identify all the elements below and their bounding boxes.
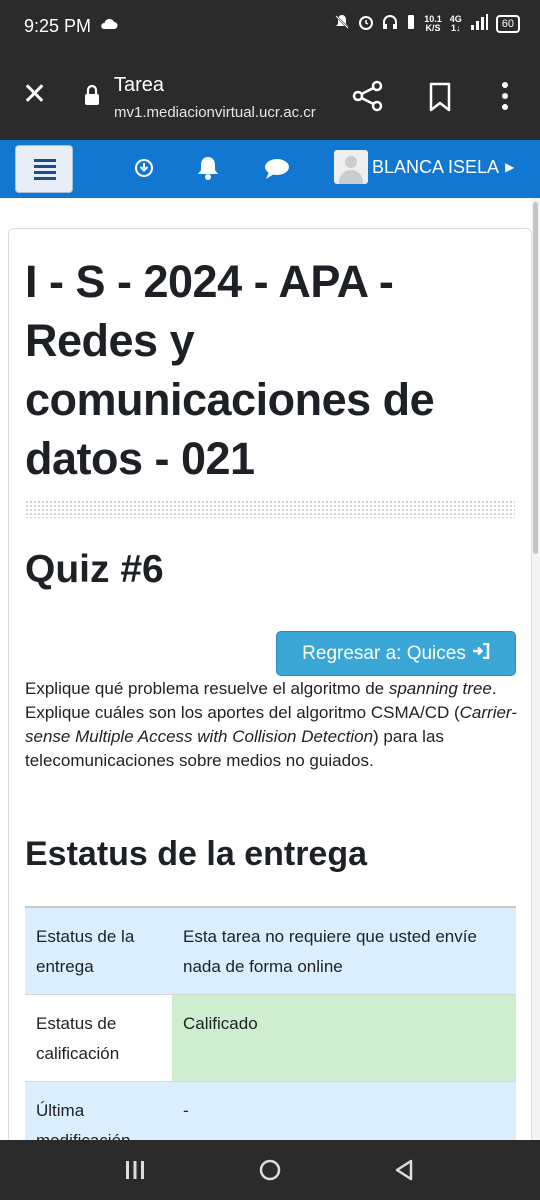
course-title: I - S - 2024 - APA - Redes y comunicacio… [25,256,435,484]
description-line-1: Explique qué problema resuelve el algori… [25,679,497,698]
bell-off-icon [334,14,350,34]
vibrate-icon [406,14,416,34]
row-label: Estatus de la entrega [25,906,172,995]
submission-status-table: Estatus de la entrega Esta tarea no requ… [25,906,516,1168]
status-icons: 10.1 K/S 4G 1↓ 60 [334,14,520,34]
browser-toolbar: ✕ Tarea mv1.mediacionvirtual.ucr.ac.cr [0,56,540,140]
more-vert-icon[interactable] [496,80,514,112]
cloud-icon [100,17,118,34]
assignment-title: Quiz #6 [25,548,164,591]
page-title: Tarea [114,74,165,96]
row-label: Estatus de calificación [25,994,172,1082]
hamburger-menu-button[interactable] [15,145,73,193]
user-menu[interactable]: BLANCA ISELA ▶ [334,150,514,184]
lock-icon [84,84,100,106]
recent-apps-icon[interactable] [124,1159,146,1186]
page-scrollbar-thumb[interactable] [533,202,538,554]
headset-icon [382,14,398,34]
status-bar: 9:25 PM 10.1 K/S 4G 1↓ 60 [0,0,540,56]
back-button-label: Regresar a: Quices [302,642,466,664]
description-line-2: Explique cuáles son los aportes del algo… [25,703,517,770]
table-row: Estatus de calificación Calificado [25,994,516,1082]
alarm-icon [358,14,374,34]
submission-status-heading: Estatus de la entrega [25,835,368,873]
table-row: Estatus de la entrega Esta tarea no requ… [25,906,516,995]
avatar [334,150,368,184]
bell-icon[interactable] [196,155,220,186]
system-navigation-bar [0,1140,540,1200]
chat-bubble-icon[interactable] [264,158,290,185]
share-icon[interactable] [352,80,384,112]
close-icon[interactable]: ✕ [22,80,47,110]
bookmark-icon[interactable] [428,82,452,112]
back-to-quizzes-button[interactable]: Regresar a: Quices [276,631,516,676]
hamburger-menu-icon [34,159,56,183]
battery-indicator: 60 [495,15,520,33]
url-domain[interactable]: mv1.mediacionvirtual.ucr.ac.cr [114,104,316,121]
status-time: 9:25 PM [24,16,92,36]
dotted-divider [25,500,515,518]
assignment-description: Explique qué problema resuelve el algori… [25,677,520,773]
signal-icon [470,14,488,34]
row-value: Esta tarea no requiere que usted envíe n… [172,906,516,995]
home-icon[interactable] [259,1159,281,1186]
back-icon[interactable] [394,1159,414,1186]
sign-in-arrow-icon [472,642,490,664]
user-name: BLANCA ISELA [372,156,500,177]
caret-right-icon: ▶ [505,160,515,174]
grading-status-value: Calificado [172,994,516,1082]
download-circle-icon[interactable] [134,158,154,183]
net-speed: 10.1 K/S [424,14,442,33]
network-type: 4G 1↓ [449,14,462,33]
